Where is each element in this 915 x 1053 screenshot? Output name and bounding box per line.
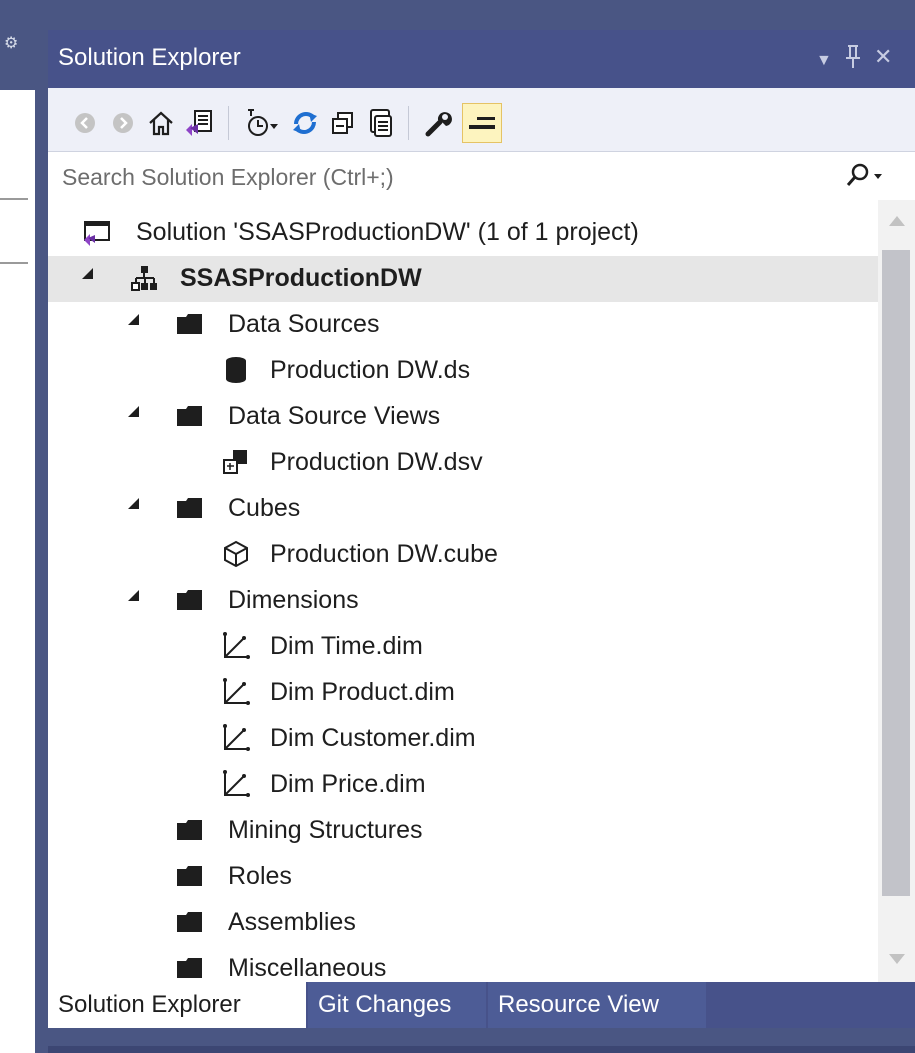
tree-item-label: Data Source Views [228,402,441,430]
tree-item-label: Production DW.dsv [270,448,483,476]
back-icon[interactable] [68,106,102,140]
tree-item-label: Solution 'SSASProductionDW' (1 of 1 proj… [136,218,639,246]
preview-selected-items-icon[interactable] [462,103,502,143]
tree-item-label: Miscellaneous [228,954,387,982]
cube-icon [220,538,252,570]
title-bar: Solution Explorer ▼ ✕ [48,30,915,88]
expand-arrow-icon[interactable] [128,406,139,417]
tab-solution-explorer[interactable]: Solution Explorer [48,982,306,1028]
tree-item-file[interactable]: Production DW.cube [48,532,878,578]
dimension-icon [220,676,252,708]
tree-item-folder[interactable]: Cubes [48,486,878,532]
pane-title: Solution Explorer [58,44,241,71]
tree-item-folder[interactable]: Data Source Views [48,394,878,440]
expand-arrow-icon[interactable] [128,590,139,601]
properties-icon[interactable] [422,106,456,140]
left-adjacent-pane: ⚙ [0,0,48,1053]
folder-icon [174,584,206,616]
tree-item-label: Mining Structures [228,816,423,844]
data-source-icon [220,354,252,386]
solution-tree: Solution 'SSASProductionDW' (1 of 1 proj… [48,200,878,992]
tool-window-tabs: Solution Explorer Git Changes Resource V… [48,982,915,1028]
sync-icon[interactable] [288,106,322,140]
tree-item-label: Dim Time.dim [270,632,423,660]
tree-item-label: Production DW.cube [270,540,498,568]
search-box[interactable]: Search Solution Explorer (Ctrl+;) [48,151,915,201]
scrollbar-thumb[interactable] [882,250,910,896]
home-icon[interactable] [144,106,178,140]
search-icon[interactable] [844,162,884,190]
tree-item-label: Roles [228,862,292,890]
tree-item-file[interactable]: Dim Time.dim [48,624,878,670]
tab-git-changes[interactable]: Git Changes [308,982,486,1028]
dimension-icon [220,630,252,662]
tree-item-folder[interactable]: Data Sources [48,302,878,348]
expand-arrow-icon[interactable] [128,498,139,509]
tree-item-label: Cubes [228,494,301,522]
tree-item-folder[interactable]: Dimensions [48,578,878,624]
expand-arrow-icon[interactable] [82,268,93,279]
dropdown-arrow-icon[interactable]: ▼ [816,48,832,74]
close-icon[interactable]: ✕ [874,44,892,70]
scroll-up-icon[interactable] [889,216,905,226]
bottom-frame-bar [48,1046,915,1053]
tab-resource-view[interactable]: Resource View [488,982,706,1028]
data-source-view-icon [220,446,252,478]
show-all-files-icon[interactable] [364,106,398,140]
pending-changes-filter-icon[interactable] [244,106,278,140]
project-icon [128,262,160,294]
tree-item-file[interactable]: Dim Price.dim [48,762,878,808]
solution-explorer-pane: Solution Explorer ▼ ✕ Search Solution Ex… [48,30,915,1053]
tree-item-file[interactable]: Production DW.dsv [48,440,878,486]
search-input[interactable]: Search Solution Explorer (Ctrl+;) [62,164,394,191]
pin-icon[interactable] [844,44,862,76]
tree-item-file[interactable]: Production DW.ds [48,348,878,394]
left-pane-divider [0,262,28,264]
forward-icon[interactable] [106,106,140,140]
tree-item-file[interactable]: Dim Product.dim [48,670,878,716]
switch-views-icon[interactable] [182,106,216,140]
tree-item-folder[interactable]: Mining Structures [48,808,878,854]
folder-icon [174,906,206,938]
vertical-scrollbar[interactable] [878,200,915,992]
tree-item-label: Dim Product.dim [270,678,455,706]
bottom-frame [48,1028,915,1053]
folder-icon [174,308,206,340]
scroll-down-icon[interactable] [889,954,905,964]
folder-icon [174,952,206,984]
tree-item-label: Data Sources [228,310,380,338]
folder-icon [174,814,206,846]
left-pane-body [0,90,35,1053]
tree-item-label: Dim Price.dim [270,770,426,798]
toolbar-separator [408,106,409,140]
tree-item-folder[interactable]: Roles [48,854,878,900]
dimension-icon [220,722,252,754]
tree-item-project[interactable]: SSASProductionDW [48,256,878,302]
expand-arrow-icon[interactable] [128,314,139,325]
toolbar-separator [228,106,229,140]
left-pane-divider [0,198,28,200]
dimension-icon [220,768,252,800]
folder-icon [174,492,206,524]
gear-icon[interactable]: ⚙ [4,36,18,52]
tree-item-label: Production DW.ds [270,356,471,384]
folder-icon [174,860,206,892]
collapse-all-icon[interactable] [326,106,360,140]
tree-item-label: Assemblies [228,908,356,936]
solution-icon [82,216,114,248]
tree-item-file[interactable]: Dim Customer.dim [48,716,878,762]
tree-item-label: Dim Customer.dim [270,724,476,752]
tree-item-solution[interactable]: Solution 'SSASProductionDW' (1 of 1 proj… [48,210,878,256]
tree-item-folder[interactable]: Assemblies [48,900,878,946]
tree-item-label: SSASProductionDW [180,264,422,292]
tree-item-label: Dimensions [228,586,359,614]
folder-icon [174,400,206,432]
